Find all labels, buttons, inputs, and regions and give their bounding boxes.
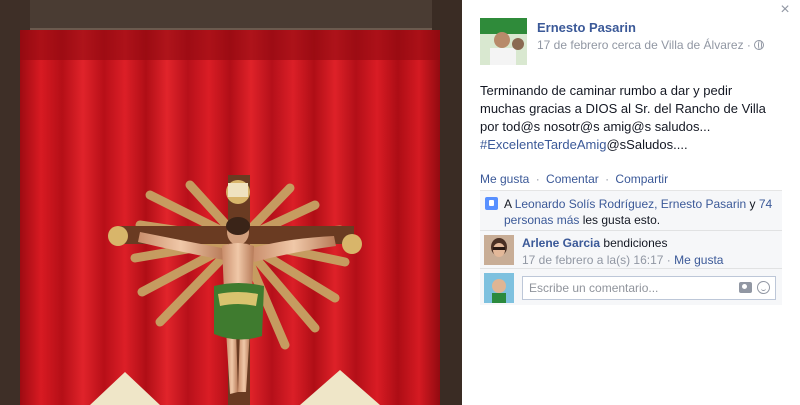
- post-text: Terminando de caminar rumbo a dar y pedi…: [480, 82, 780, 154]
- camera-icon[interactable]: [739, 282, 752, 293]
- smiley-icon[interactable]: [757, 281, 770, 294]
- post-actions: Me gusta · Comentar · Compartir: [480, 172, 668, 186]
- comment-item: Arlene Garcia bendiciones 17 de febrero …: [480, 231, 782, 269]
- viewer-avatar: [484, 273, 514, 303]
- close-icon[interactable]: ×: [778, 2, 792, 18]
- author-avatar[interactable]: [480, 18, 527, 65]
- post-details-panel: × Ernesto Pasarin 17 de febrero cerca de…: [462, 0, 800, 405]
- separator: ·: [605, 172, 610, 186]
- hashtag-link[interactable]: #ExcelenteTardeAmig: [480, 137, 606, 152]
- post-body-tail: @sSaludos....: [606, 137, 688, 152]
- comment-composer: [480, 269, 782, 305]
- commenter-photo-image: [484, 235, 514, 265]
- author-photo-image: [480, 18, 527, 65]
- comment-content: Arlene Garcia bendiciones: [522, 236, 667, 250]
- likes-prefix: A: [504, 197, 515, 211]
- viewer-photo-image: [484, 273, 514, 303]
- post-date-location[interactable]: 17 de febrero cerca de Villa de Álvarez …: [537, 38, 751, 52]
- comment-button[interactable]: Comentar: [546, 172, 599, 186]
- comment-input[interactable]: [522, 276, 776, 300]
- comment-like-button[interactable]: Me gusta: [674, 253, 723, 267]
- separator: ·: [535, 172, 540, 186]
- thumbs-up-icon: [485, 197, 498, 210]
- comment-text: bendiciones: [603, 236, 668, 250]
- globe-icon[interactable]: [753, 40, 764, 50]
- likes-joiner: y: [746, 197, 759, 211]
- comment-timestamp[interactable]: 17 de febrero a la(s) 16:17 ·: [522, 253, 671, 267]
- commenter-name-link[interactable]: Arlene Garcia: [522, 236, 600, 250]
- post-body: Terminando de caminar rumbo a dar y pedi…: [480, 83, 766, 134]
- likers-names-link[interactable]: Leonardo Solís Rodríguez, Ernesto Pasari…: [515, 197, 746, 211]
- likes-summary: A Leonardo Solís Rodríguez, Ernesto Pasa…: [480, 191, 782, 231]
- like-button[interactable]: Me gusta: [480, 172, 529, 186]
- crucifix-photo-image: [0, 0, 462, 405]
- share-button[interactable]: Compartir: [615, 172, 668, 186]
- feedback-section: A Leonardo Solís Rodríguez, Ernesto Pasa…: [480, 190, 782, 305]
- commenter-avatar[interactable]: [484, 235, 514, 265]
- likes-suffix: les gusta esto.: [579, 213, 661, 227]
- post-meta: 17 de febrero cerca de Villa de Álvarez …: [537, 38, 764, 52]
- comment-footer: 17 de febrero a la(s) 16:17 · Me gusta: [522, 253, 723, 267]
- post-photo[interactable]: [0, 0, 462, 405]
- author-name-link[interactable]: Ernesto Pasarin: [537, 20, 636, 35]
